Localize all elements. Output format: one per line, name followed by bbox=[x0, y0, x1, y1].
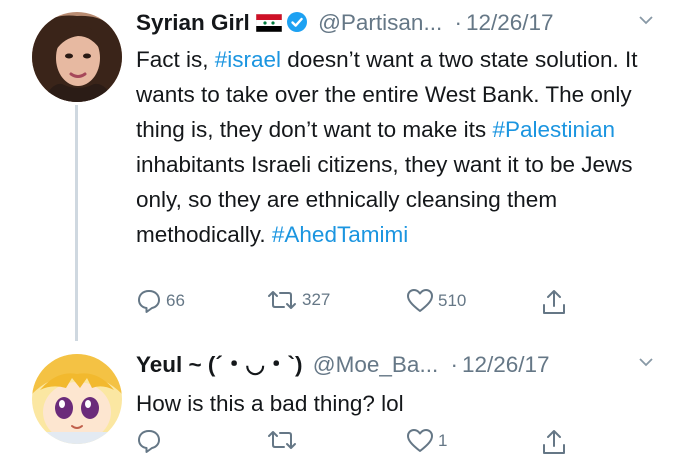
tweet-date[interactable]: 12/26/17 bbox=[462, 352, 550, 377]
display-name[interactable]: Syrian Girl bbox=[136, 10, 250, 35]
tweet-date[interactable]: 12/26/17 bbox=[466, 10, 554, 35]
verified-badge-icon bbox=[286, 11, 308, 39]
tweet-text-segment: Fact is, bbox=[136, 47, 215, 72]
reply-icon bbox=[136, 288, 162, 314]
reply-button[interactable] bbox=[136, 428, 166, 454]
tweet-2[interactable]: Yeul ~ (´・◡・`) @Moe_Ba... · 12/26/17 How … bbox=[0, 340, 680, 464]
hashtag-link[interactable]: #israel bbox=[215, 47, 281, 72]
tweet-actions: 1 bbox=[136, 428, 576, 462]
syria-flag-icon bbox=[255, 12, 283, 38]
hashtag-link[interactable]: #Palestinian bbox=[492, 117, 615, 142]
avatar-image bbox=[32, 354, 122, 444]
like-icon bbox=[406, 288, 434, 314]
user-handle[interactable]: @Partisan... bbox=[318, 10, 442, 35]
hashtag-link[interactable]: #AhedTamimi bbox=[272, 222, 408, 247]
avatar-yeul[interactable] bbox=[32, 354, 122, 444]
like-button[interactable]: 1 bbox=[406, 428, 447, 454]
reply-button[interactable]: 66 bbox=[136, 288, 185, 314]
avatar-image bbox=[32, 12, 122, 102]
share-icon bbox=[541, 288, 567, 316]
share-icon bbox=[541, 428, 567, 456]
reply-icon bbox=[136, 428, 162, 454]
retweet-button[interactable] bbox=[266, 428, 302, 452]
retweet-icon bbox=[266, 288, 298, 312]
share-button[interactable] bbox=[541, 288, 567, 316]
like-count: 1 bbox=[438, 431, 448, 450]
like-count: 510 bbox=[438, 291, 467, 310]
share-button[interactable] bbox=[541, 428, 567, 456]
like-button[interactable]: 510 bbox=[406, 288, 466, 314]
user-handle[interactable]: @Moe_Ba... bbox=[313, 352, 438, 377]
display-name[interactable]: Yeul ~ (´・◡・`) bbox=[136, 352, 303, 377]
separator-dot: · bbox=[454, 10, 462, 35]
avatar-syrian-girl[interactable] bbox=[32, 12, 122, 102]
tweet-actions: 66 327 510 bbox=[136, 288, 576, 322]
tweet-text: How is this a bad thing? lol bbox=[136, 391, 404, 416]
chevron-down-icon[interactable] bbox=[638, 12, 654, 33]
like-icon bbox=[406, 428, 434, 454]
retweet-count: 327 bbox=[302, 290, 331, 309]
tweet-header: Yeul ~ (´・◡・`) @Moe_Ba... · 12/26/17 bbox=[136, 352, 550, 378]
tweet-1[interactable]: Syrian Girl @Partisan... · 12/26/17 Fact … bbox=[0, 0, 680, 340]
tweet-text: Fact is, #israel doesn’t want a two stat… bbox=[136, 42, 656, 252]
reply-count: 66 bbox=[166, 291, 185, 310]
chevron-down-icon[interactable] bbox=[638, 354, 654, 375]
tweet-header: Syrian Girl @Partisan... · 12/26/17 bbox=[136, 10, 554, 39]
retweet-icon bbox=[266, 428, 298, 452]
separator-dot: · bbox=[450, 352, 458, 377]
retweet-button[interactable]: 327 bbox=[266, 288, 330, 312]
